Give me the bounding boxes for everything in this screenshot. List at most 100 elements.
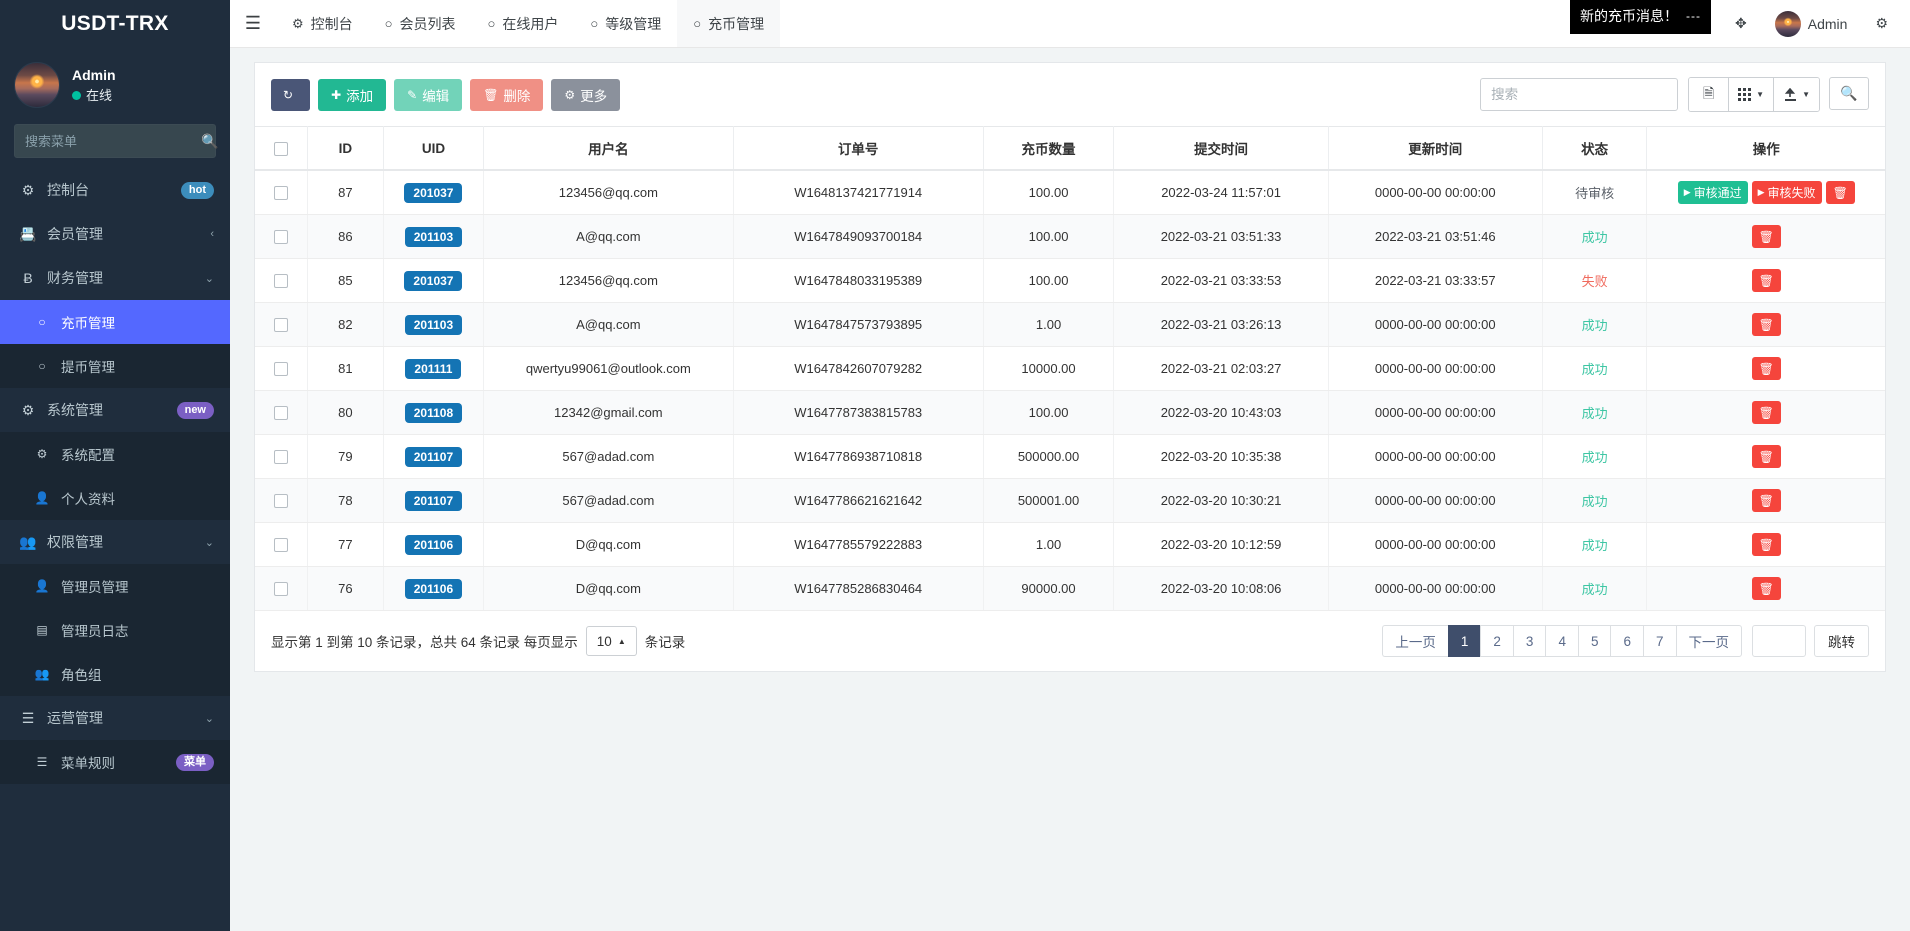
tab-2[interactable]: ○在线用户 — [472, 0, 575, 47]
search-icon[interactable]: 🔍 — [1829, 77, 1869, 110]
delete-row-button[interactable]: 🗑 — [1752, 489, 1781, 512]
export-icon[interactable]: ▼ — [1774, 78, 1819, 111]
sidebar-item-3[interactable]: ○充币管理 — [0, 300, 230, 344]
delete-row-button[interactable]: 🗑 — [1752, 313, 1781, 336]
table-row[interactable]: 82201103A@qq.comW16478475737938951.00202… — [255, 303, 1885, 347]
delete-row-button[interactable]: 🗑 — [1752, 577, 1781, 600]
sidebar-item-8[interactable]: 👥权限管理⌄ — [0, 520, 230, 564]
add-button[interactable]: ✚ 添加 — [318, 79, 386, 111]
table-row[interactable]: 85201037123456@qq.comW164784803319538910… — [255, 259, 1885, 303]
sidebar-link[interactable]: ☰运营管理⌄ — [0, 696, 230, 740]
row-checkbox-cell[interactable] — [255, 435, 307, 479]
row-checkbox[interactable] — [274, 274, 288, 288]
page-number-7[interactable]: 7 — [1643, 625, 1676, 657]
page-size-select[interactable]: 10 ▲ — [586, 626, 637, 656]
more-button[interactable]: ⚙ 更多 — [551, 79, 620, 111]
select-all-checkbox-cell[interactable] — [255, 127, 307, 171]
row-checkbox-cell[interactable] — [255, 523, 307, 567]
row-checkbox-cell[interactable] — [255, 567, 307, 611]
row-checkbox[interactable] — [274, 406, 288, 420]
row-checkbox[interactable] — [274, 582, 288, 596]
search-input[interactable] — [1480, 78, 1678, 111]
page-number-1[interactable]: 1 — [1448, 625, 1481, 657]
sidebar-item-11[interactable]: 👥角色组 — [0, 652, 230, 696]
tab-0[interactable]: ⚙控制台 — [276, 0, 369, 47]
sidebar-item-7[interactable]: 👤个人资料 — [0, 476, 230, 520]
sidebar-user-panel[interactable]: Admin 在线 — [0, 48, 230, 122]
row-checkbox[interactable] — [274, 538, 288, 552]
menu-search-input[interactable] — [25, 134, 201, 149]
sidebar-item-10[interactable]: ▤管理员日志 — [0, 608, 230, 652]
page-number-3[interactable]: 3 — [1513, 625, 1546, 657]
sidebar-item-6[interactable]: ⚙系统配置 — [0, 432, 230, 476]
delete-row-button[interactable]: 🗑 — [1752, 533, 1781, 556]
page-jump-input[interactable] — [1752, 625, 1806, 657]
table-row[interactable]: 86201103A@qq.comW1647849093700184100.002… — [255, 215, 1885, 259]
refresh-button[interactable]: ↻ — [271, 79, 310, 111]
reject-button[interactable]: ▶审核失败 — [1752, 181, 1822, 204]
search-icon[interactable]: 🔍 — [201, 133, 218, 150]
table-row[interactable]: 76201106D@qq.comW164778528683046490000.0… — [255, 567, 1885, 611]
row-checkbox-cell[interactable] — [255, 479, 307, 523]
table-row[interactable]: 87201037123456@qq.comW164813742177191410… — [255, 170, 1885, 215]
row-checkbox-cell[interactable] — [255, 259, 307, 303]
approve-button[interactable]: ▶审核通过 — [1678, 181, 1748, 204]
page-jump-button[interactable]: 跳转 — [1814, 625, 1869, 657]
sidebar-link[interactable]: 👥角色组 — [0, 652, 230, 696]
row-checkbox[interactable] — [274, 494, 288, 508]
table-row[interactable]: 77201106D@qq.comW16477855792228831.00202… — [255, 523, 1885, 567]
sidebar-item-12[interactable]: ☰运营管理⌄ — [0, 696, 230, 740]
sidebar-link[interactable]: ○充币管理 — [0, 300, 230, 344]
sidebar-item-4[interactable]: ○提币管理 — [0, 344, 230, 388]
delete-row-button[interactable]: 🗑 — [1752, 269, 1781, 292]
grid-icon[interactable]: ▼ — [1729, 78, 1774, 111]
sidebar-link[interactable]: Ƀ财务管理⌄ — [0, 256, 230, 300]
delete-button[interactable]: 🗑 删除 — [470, 79, 543, 111]
sidebar-item-13[interactable]: ☰菜单规则菜单 — [0, 740, 230, 784]
row-checkbox-cell[interactable] — [255, 391, 307, 435]
sidebar-item-5[interactable]: ⚙系统管理new — [0, 388, 230, 432]
tab-1[interactable]: ○会员列表 — [369, 0, 472, 47]
sidebar-link[interactable]: ☰菜单规则菜单 — [0, 740, 230, 784]
page-number-6[interactable]: 6 — [1610, 625, 1643, 657]
row-checkbox[interactable] — [274, 230, 288, 244]
hamburger-icon[interactable]: ☰ — [230, 0, 276, 47]
sidebar-link[interactable]: ⚙系统管理new — [0, 388, 230, 432]
table-row[interactable]: 78201107567@adad.comW1647786621621642500… — [255, 479, 1885, 523]
page-number-5[interactable]: 5 — [1578, 625, 1611, 657]
row-checkbox[interactable] — [274, 186, 288, 200]
sidebar-link[interactable]: 👤管理员管理 — [0, 564, 230, 608]
sidebar-link[interactable]: 📇会员管理‹ — [0, 212, 230, 256]
page-next-button[interactable]: 下一页 — [1676, 625, 1743, 657]
sidebar-item-2[interactable]: Ƀ财务管理⌄ — [0, 256, 230, 300]
edit-button[interactable]: ✎ 编辑 — [394, 79, 462, 111]
sidebar-link[interactable]: 👥权限管理⌄ — [0, 520, 230, 564]
sidebar-item-0[interactable]: ⚙控制台hot — [0, 168, 230, 212]
sidebar-item-9[interactable]: 👤管理员管理 — [0, 564, 230, 608]
delete-row-button[interactable]: 🗑 — [1752, 401, 1781, 424]
row-checkbox-cell[interactable] — [255, 303, 307, 347]
notification-toast[interactable]: 新的充币消息！ --- — [1570, 0, 1711, 34]
columns-icon[interactable]: 🗎 — [1689, 78, 1729, 111]
row-checkbox-cell[interactable] — [255, 215, 307, 259]
sidebar-link[interactable]: ○提币管理 — [0, 344, 230, 388]
table-row[interactable]: 81201111qwertyu99061@outlook.comW1647842… — [255, 347, 1885, 391]
fullscreen-button[interactable]: ✥ — [1721, 0, 1761, 48]
row-checkbox-cell[interactable] — [255, 347, 307, 391]
menu-search[interactable]: 🔍 — [14, 124, 216, 158]
row-checkbox[interactable] — [274, 362, 288, 376]
sidebar-link[interactable]: ▤管理员日志 — [0, 608, 230, 652]
delete-row-button[interactable]: 🗑 — [1752, 225, 1781, 248]
row-checkbox[interactable] — [274, 450, 288, 464]
row-checkbox[interactable] — [274, 318, 288, 332]
user-menu[interactable]: Admin — [1761, 0, 1862, 48]
settings-button[interactable]: ⚙ — [1861, 0, 1902, 48]
page-number-4[interactable]: 4 — [1545, 625, 1578, 657]
sidebar-link[interactable]: 👤个人资料 — [0, 476, 230, 520]
delete-row-button[interactable]: 🗑 — [1752, 445, 1781, 468]
delete-row-button[interactable]: 🗑 — [1826, 181, 1855, 204]
select-all-checkbox[interactable] — [274, 142, 288, 156]
tab-3[interactable]: ○等级管理 — [574, 0, 677, 47]
table-row[interactable]: 8020110812342@gmail.comW1647787383815783… — [255, 391, 1885, 435]
page-number-2[interactable]: 2 — [1480, 625, 1513, 657]
